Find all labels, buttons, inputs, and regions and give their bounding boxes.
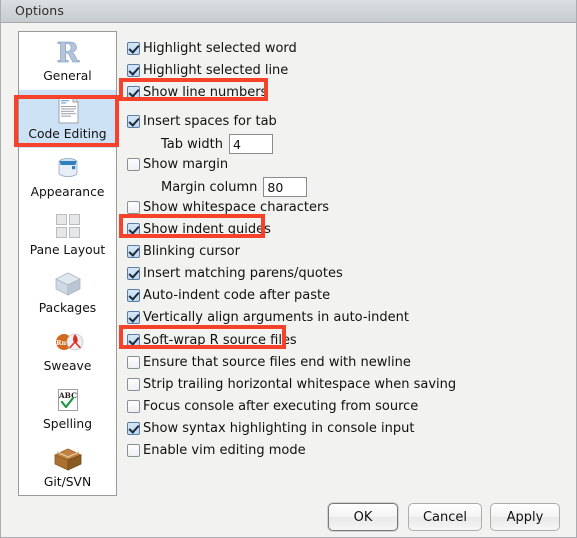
checkbox-ensure-that-source-files-end-with-newline[interactable] bbox=[127, 355, 140, 369]
checkbox-row-focus-console-after-executing-from-source[interactable]: Focus console after executing from sourc… bbox=[127, 395, 418, 417]
checkbox-label: Ensure that source files end with newlin… bbox=[143, 354, 411, 370]
document-icon bbox=[51, 94, 85, 127]
window-title: Options bbox=[15, 3, 64, 18]
sidebar-item-label: Spelling bbox=[42, 417, 93, 431]
sidebar-item-packages[interactable]: Packages bbox=[19, 264, 116, 322]
checkbox-insert-spaces-for-tab[interactable] bbox=[127, 114, 140, 128]
checkbox-label: Insert spaces for tab bbox=[143, 113, 277, 129]
checkbox-row-show-line-numbers[interactable]: Show line numbers bbox=[127, 81, 267, 103]
checkbox-label: Vertically align arguments in auto-inden… bbox=[143, 309, 409, 325]
sidebar-item-label: Sweave bbox=[43, 359, 92, 373]
checkbox-row-highlight-selected-word[interactable]: Highlight selected word bbox=[127, 37, 297, 59]
checkbox-row-insert-spaces-for-tab[interactable]: Insert spaces for tab bbox=[127, 110, 277, 132]
checkbox-show-syntax-highlighting-in-console-input[interactable] bbox=[127, 421, 140, 435]
category-list[interactable]: R General Code Editing Appearance Pane Layou… bbox=[18, 31, 117, 496]
checkbox-label: Focus console after executing from sourc… bbox=[143, 398, 419, 414]
paint-can-icon bbox=[51, 152, 85, 185]
checkbox-show-whitespace-characters[interactable] bbox=[127, 200, 140, 214]
checkbox-focus-console-after-executing-from-source[interactable] bbox=[127, 399, 140, 413]
checkbox-row-highlight-selected-line[interactable]: Highlight selected line bbox=[127, 59, 288, 81]
checkbox-insert-matching-parens-quotes[interactable] bbox=[127, 266, 140, 280]
checkbox-show-line-numbers[interactable] bbox=[127, 85, 140, 99]
checkbox-row-blinking-cursor[interactable]: Blinking cursor bbox=[127, 240, 240, 262]
input-margin-column[interactable] bbox=[263, 177, 308, 197]
checkbox-label: Show indent guides bbox=[143, 221, 271, 237]
checkbox-label: Blinking cursor bbox=[143, 243, 240, 259]
open-box-icon bbox=[51, 442, 85, 475]
checkbox-label: Enable vim editing mode bbox=[143, 442, 306, 458]
checkbox-vertically-align-arguments-in-auto-indent[interactable] bbox=[127, 310, 140, 324]
sidebar-item-label: Code Editing bbox=[28, 127, 107, 141]
checkbox-label: Highlight selected line bbox=[143, 62, 289, 78]
checkbox-row-show-syntax-highlighting-in-console-input[interactable]: Show syntax highlighting in console inpu… bbox=[127, 417, 414, 439]
checkbox-label: Insert matching parens/quotes bbox=[143, 265, 343, 281]
checkbox-row-soft-wrap-r-source-files[interactable]: Soft-wrap R source files bbox=[127, 329, 297, 351]
svg-text:ABC: ABC bbox=[57, 391, 76, 400]
checkbox-show-indent-guides[interactable] bbox=[127, 222, 140, 236]
sidebar-item-label: Appearance bbox=[30, 185, 105, 199]
checkbox-highlight-selected-word[interactable] bbox=[127, 41, 140, 55]
checkbox-label: Show margin bbox=[143, 156, 229, 172]
checkbox-row-strip-trailing-horizontal-whitespace-when-saving[interactable]: Strip trailing horizontal whitespace whe… bbox=[127, 373, 456, 395]
checkbox-show-margin[interactable] bbox=[127, 157, 140, 171]
checkbox-label: Show whitespace characters bbox=[143, 199, 330, 215]
sidebar-item-code-editing[interactable]: Code Editing bbox=[19, 90, 116, 148]
apply-button[interactable]: Apply bbox=[490, 503, 560, 531]
field-row-tab-width: Tab width bbox=[161, 132, 273, 156]
code-editing-options-panel: Highlight selected word Highlight selecte… bbox=[127, 31, 567, 491]
sidebar-item-general[interactable]: R General bbox=[19, 32, 116, 90]
options-dialog: Options R General Code Editing Appearance Pa… bbox=[0, 0, 577, 538]
checkbox-strip-trailing-horizontal-whitespace-when-saving[interactable] bbox=[127, 377, 140, 391]
field-row-margin-column: Margin column bbox=[161, 175, 308, 199]
abc-check-icon: ABC bbox=[51, 384, 85, 417]
sidebar-item-label: General bbox=[43, 69, 92, 83]
svg-text:R: R bbox=[56, 38, 79, 68]
checkbox-highlight-selected-line[interactable] bbox=[127, 63, 140, 77]
sidebar-item-label: Git/SVN bbox=[43, 475, 92, 489]
input-tab-width[interactable] bbox=[228, 134, 273, 154]
checkbox-row-insert-matching-parens-quotes[interactable]: Insert matching parens/quotes bbox=[127, 262, 343, 284]
checkbox-auto-indent-code-after-paste[interactable] bbox=[127, 288, 140, 302]
checkbox-blinking-cursor[interactable] bbox=[127, 244, 140, 258]
sidebar-item-pane-layout[interactable]: Pane Layout bbox=[19, 206, 116, 264]
checkbox-soft-wrap-r-source-files[interactable] bbox=[127, 333, 140, 347]
checkbox-label: Show line numbers bbox=[143, 84, 268, 100]
grid-panes-icon bbox=[51, 210, 85, 243]
rnw-pdf-icon: Rnw bbox=[51, 326, 85, 359]
field-label-tab-width: Tab width bbox=[161, 136, 223, 152]
checkbox-row-ensure-that-source-files-end-with-newline[interactable]: Ensure that source files end with newlin… bbox=[127, 351, 411, 373]
sidebar-item-label: Pane Layout bbox=[29, 243, 106, 257]
checkbox-label: Strip trailing horizontal whitespace whe… bbox=[143, 376, 457, 392]
checkbox-row-show-margin[interactable]: Show margin bbox=[127, 153, 228, 175]
box-icon bbox=[51, 268, 85, 301]
checkbox-row-show-indent-guides[interactable]: Show indent guides bbox=[127, 218, 271, 240]
checkbox-row-show-whitespace-characters[interactable]: Show whitespace characters bbox=[127, 196, 329, 218]
cancel-button[interactable]: Cancel bbox=[408, 503, 482, 531]
checkbox-label: Soft-wrap R source files bbox=[143, 332, 297, 348]
ok-button[interactable]: OK bbox=[328, 503, 398, 531]
sidebar-item-spelling[interactable]: ABC Spelling bbox=[19, 380, 116, 438]
checkbox-label: Auto-indent code after paste bbox=[143, 287, 331, 303]
field-label-margin-column: Margin column bbox=[161, 179, 258, 195]
sidebar-item-appearance[interactable]: Appearance bbox=[19, 148, 116, 206]
sidebar-item-git-svn[interactable]: Git/SVN bbox=[19, 438, 116, 496]
titlebar: Options bbox=[1, 0, 576, 23]
checkbox-label: Highlight selected word bbox=[143, 40, 297, 56]
sidebar-item-label: Packages bbox=[38, 301, 97, 315]
r-logo-icon: R bbox=[51, 36, 85, 69]
checkbox-row-auto-indent-code-after-paste[interactable]: Auto-indent code after paste bbox=[127, 284, 330, 306]
checkbox-row-enable-vim-editing-mode[interactable]: Enable vim editing mode bbox=[127, 439, 306, 461]
checkbox-row-vertically-align-arguments-in-auto-indent[interactable]: Vertically align arguments in auto-inden… bbox=[127, 306, 409, 328]
checkbox-enable-vim-editing-mode[interactable] bbox=[127, 443, 140, 457]
sidebar-item-sweave[interactable]: Rnw Sweave bbox=[19, 322, 116, 380]
checkbox-label: Show syntax highlighting in console inpu… bbox=[143, 420, 415, 436]
